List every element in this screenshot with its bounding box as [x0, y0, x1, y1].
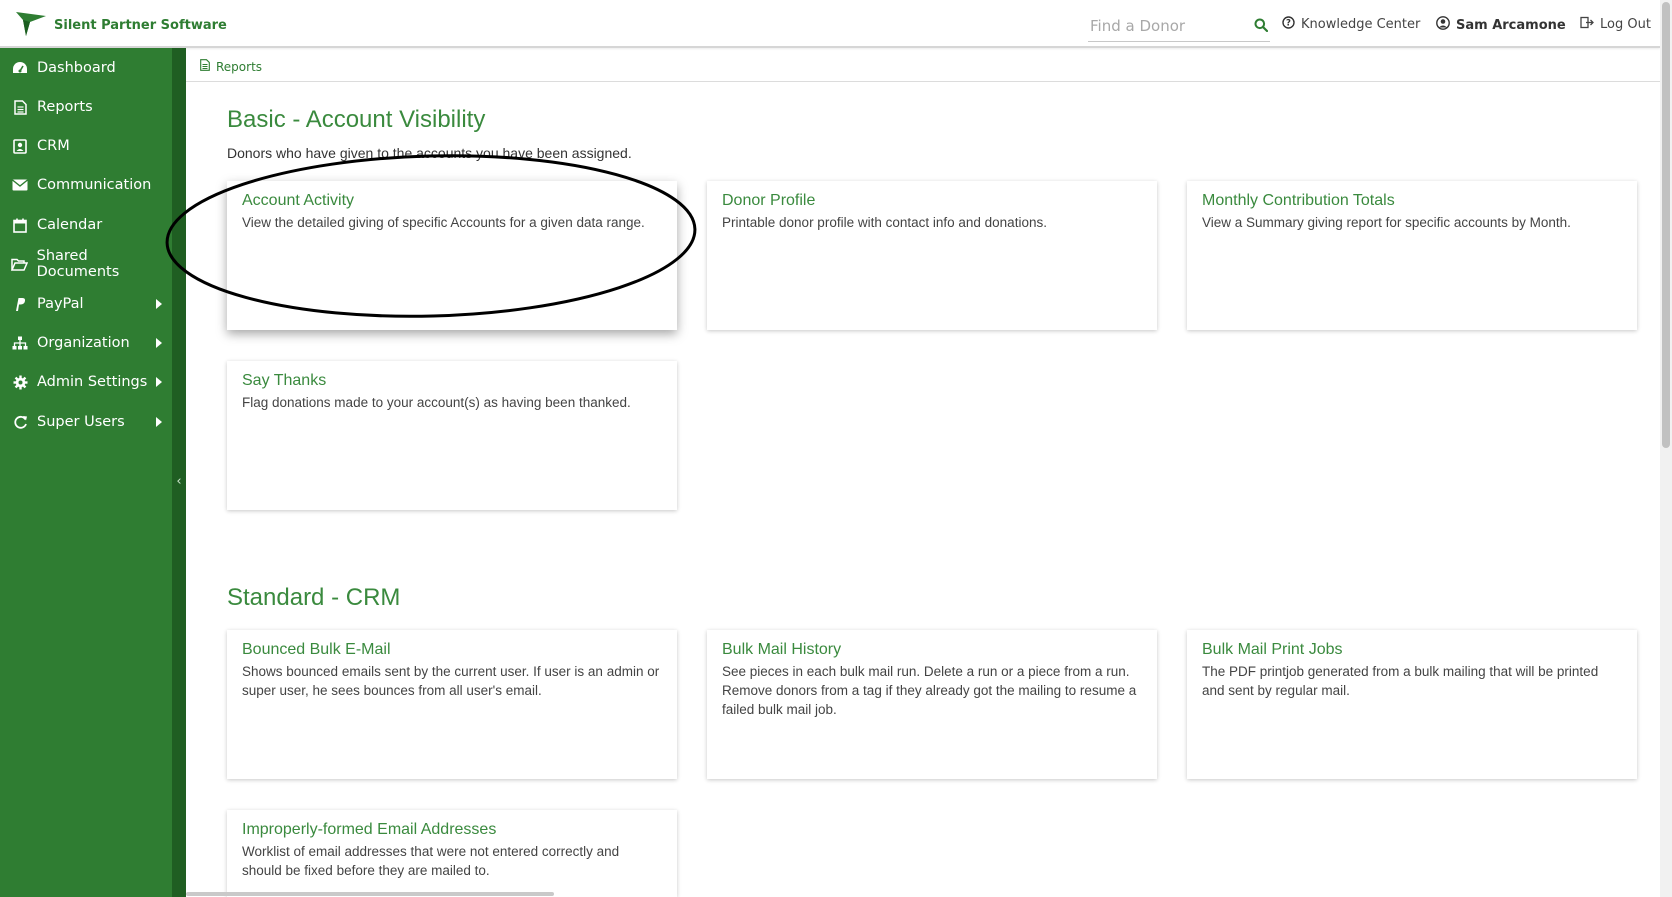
submenu-arrow-icon: [156, 377, 162, 387]
sidebar-edge: [172, 48, 186, 897]
sidebar-item-label: Organization: [37, 335, 130, 351]
section-title-standard-crm: Standard - CRM: [227, 584, 401, 611]
sidebar-item-reports[interactable]: Reports: [0, 87, 172, 127]
sidebar-item-label: Super Users: [37, 414, 125, 430]
svg-text:?: ?: [1286, 19, 1291, 29]
report-card-bounced-bulk-email[interactable]: Bounced Bulk E-Mail Shows bounced emails…: [227, 630, 677, 779]
breadcrumb-reports-link[interactable]: Reports: [216, 60, 262, 74]
card-title: Improperly-formed Email Addresses: [242, 821, 497, 838]
card-description: Printable donor profile with contact inf…: [722, 215, 1047, 230]
card-title: Donor Profile: [722, 192, 816, 209]
user-circle-icon: [1436, 16, 1450, 34]
paypal-icon: [11, 297, 29, 312]
sidebar-item-label: Communication: [37, 177, 152, 193]
card-description: Worklist of email addresses that were no…: [242, 844, 620, 878]
user-menu[interactable]: Sam Arcamone: [1436, 16, 1566, 34]
report-card-say-thanks[interactable]: Say Thanks Flag donations made to your a…: [227, 361, 677, 510]
document-icon: [11, 99, 29, 115]
card-description: View the detailed giving of specific Acc…: [242, 215, 645, 230]
breadcrumb: Reports: [186, 52, 1660, 82]
search-icon[interactable]: [1254, 18, 1269, 37]
card-title: Monthly Contribution Totals: [1202, 192, 1395, 209]
sidebar-item-label: Admin Settings: [37, 374, 148, 390]
card-title: Bounced Bulk E-Mail: [242, 641, 391, 658]
sidebar-item-dashboard[interactable]: Dashboard: [0, 48, 172, 88]
sidebar-item-label: Dashboard: [37, 60, 116, 76]
submenu-arrow-icon: [156, 417, 162, 427]
question-circle-icon: ?: [1282, 16, 1295, 33]
logo-mark-icon: [16, 10, 46, 41]
knowledge-center-link[interactable]: ? Knowledge Center: [1282, 16, 1420, 33]
brand-name: Silent Partner Software: [54, 18, 227, 33]
dashboard-icon: [11, 61, 29, 75]
top-header: Silent Partner Software ? Knowledge Cent…: [0, 0, 1660, 48]
card-title: Account Activity: [242, 192, 355, 209]
donor-search: [1088, 10, 1270, 42]
logout-icon: [1580, 16, 1594, 33]
folder-open-icon: [11, 258, 29, 271]
sidebar-item-crm[interactable]: CRM: [0, 126, 172, 166]
report-card-bulk-mail-print-jobs[interactable]: Bulk Mail Print Jobs The PDF printjob ge…: [1187, 630, 1637, 779]
calendar-icon: [11, 218, 29, 233]
brand-logo[interactable]: Silent Partner Software: [16, 10, 227, 41]
vertical-scrollbar-thumb[interactable]: [1662, 2, 1670, 448]
card-description: Flag donations made to your account(s) a…: [242, 395, 631, 410]
refresh-icon: [11, 415, 29, 430]
logout-label: Log Out: [1600, 17, 1651, 32]
card-title: Bulk Mail History: [722, 641, 842, 658]
sidebar-item-label: CRM: [37, 138, 70, 154]
sidebar-item-organization[interactable]: Organization: [0, 323, 172, 363]
user-name: Sam Arcamone: [1456, 17, 1566, 33]
envelope-icon: [11, 179, 29, 191]
horizontal-scrollbar-thumb[interactable]: [186, 892, 554, 896]
gear-icon: [11, 375, 29, 390]
sitemap-icon: [11, 336, 29, 350]
report-card-donor-profile[interactable]: Donor Profile Printable donor profile wi…: [707, 181, 1157, 330]
sidebar-item-label: PayPal: [37, 296, 84, 312]
submenu-arrow-icon: [156, 338, 162, 348]
donor-search-input[interactable]: [1088, 10, 1238, 41]
card-description: View a Summary giving report for specifi…: [1202, 215, 1571, 230]
report-card-improperly-formed-email[interactable]: Improperly-formed Email Addresses Workli…: [227, 810, 677, 897]
card-description: The PDF printjob generated from a bulk m…: [1202, 664, 1599, 698]
collapse-sidebar-icon[interactable]: ‹: [172, 474, 186, 494]
knowledge-center-label: Knowledge Center: [1301, 17, 1421, 32]
card-title: Say Thanks: [242, 372, 327, 389]
sidebar: Dashboard Reports CRM Communication Cale…: [0, 48, 172, 897]
sidebar-item-shared-documents[interactable]: Shared Documents: [0, 244, 172, 284]
document-icon: [200, 59, 210, 74]
sidebar-item-label: Reports: [37, 99, 93, 115]
report-card-account-activity[interactable]: Account Activity View the detailed givin…: [227, 181, 677, 330]
card-description: Shows bounced emails sent by the current…: [242, 664, 660, 698]
sidebar-item-label: Shared Documents: [36, 248, 120, 280]
sidebar-item-label: Calendar: [37, 217, 103, 233]
section-subtitle-basic: Donors who have given to the accounts yo…: [227, 145, 632, 161]
report-card-monthly-contribution-totals[interactable]: Monthly Contribution Totals View a Summa…: [1187, 181, 1637, 330]
sidebar-item-calendar[interactable]: Calendar: [0, 205, 172, 245]
section-title-basic: Basic - Account Visibility: [227, 106, 486, 133]
card-description: See pieces in each bulk mail run. Delete…: [722, 664, 1137, 717]
sidebar-item-communication[interactable]: Communication: [0, 165, 172, 205]
report-card-bulk-mail-history[interactable]: Bulk Mail History See pieces in each bul…: [707, 630, 1157, 779]
submenu-arrow-icon: [156, 299, 162, 309]
card-title: Bulk Mail Print Jobs: [1202, 641, 1343, 658]
sidebar-item-admin-settings[interactable]: Admin Settings: [0, 362, 172, 402]
contact-card-icon: [11, 138, 29, 154]
logout-link[interactable]: Log Out: [1580, 16, 1651, 33]
sidebar-item-super-users[interactable]: Super Users: [0, 402, 172, 442]
sidebar-item-paypal[interactable]: PayPal: [0, 284, 172, 324]
